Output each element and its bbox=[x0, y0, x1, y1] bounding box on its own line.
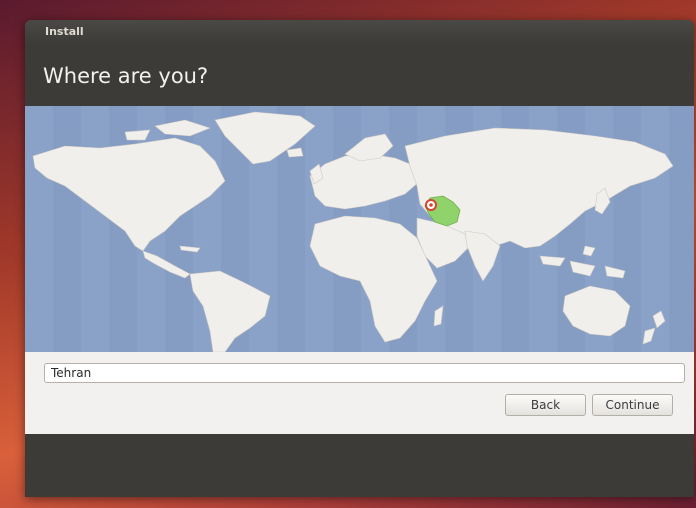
page-heading: Where are you? bbox=[43, 64, 209, 88]
continue-button[interactable]: Continue bbox=[592, 394, 673, 416]
back-button[interactable]: Back bbox=[505, 394, 586, 416]
timezone-map[interactable] bbox=[25, 106, 694, 352]
installer-window: Install Where are you? Tehran Back Conti… bbox=[25, 20, 694, 497]
location-pin-icon bbox=[425, 199, 437, 211]
world-map[interactable] bbox=[25, 106, 694, 352]
window-footer bbox=[25, 434, 694, 497]
location-input[interactable] bbox=[44, 363, 685, 383]
location-panel: Back Continue bbox=[25, 352, 694, 434]
window-title: Install bbox=[45, 25, 84, 38]
title-bar: Install bbox=[25, 20, 694, 44]
